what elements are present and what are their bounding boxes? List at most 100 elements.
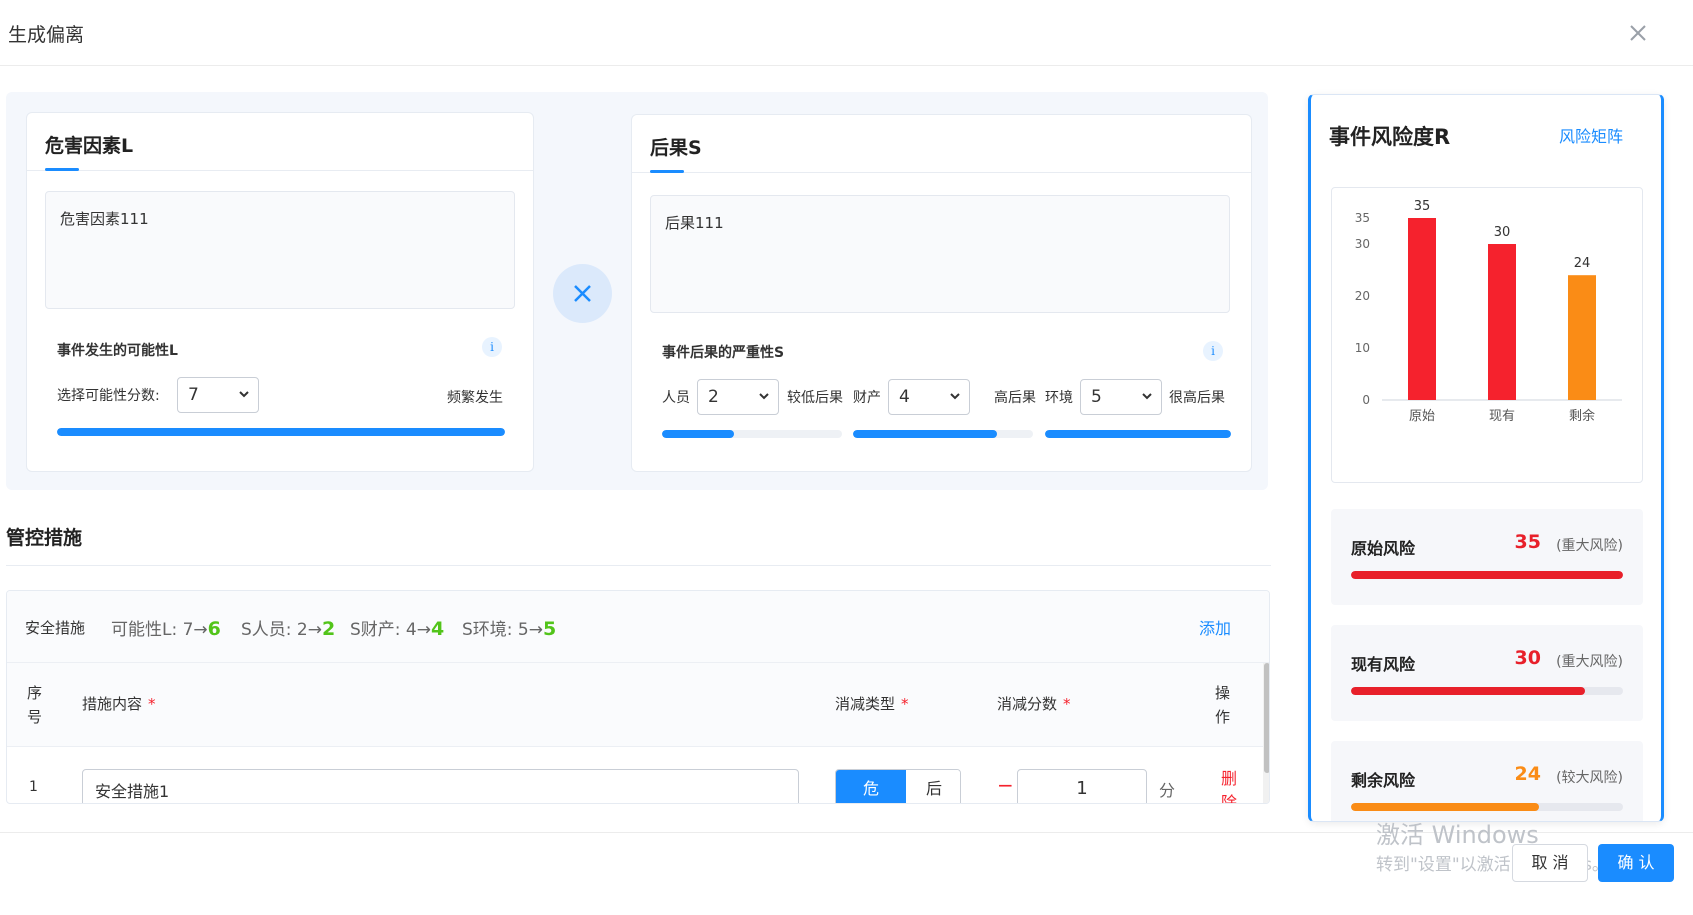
risk-item-value: 24 xyxy=(1514,763,1541,785)
type-hazard-option[interactable]: 危 xyxy=(836,770,906,803)
chevron-down-icon xyxy=(239,391,249,398)
controls-title: 管控措施 xyxy=(6,527,83,549)
scrollbar-thumb[interactable] xyxy=(1264,663,1269,773)
table-row: 1 安全措施1 危 后 − 1 分 删除 xyxy=(7,747,1269,803)
column-score: 消减分数 * xyxy=(997,695,1071,713)
y-tick-label: 30 xyxy=(1355,237,1370,251)
property-progress xyxy=(853,430,1033,438)
risk-item-label: 原始风险 xyxy=(1351,539,1416,558)
environment-descriptor: 很高后果 xyxy=(1169,390,1225,406)
table-header: 序号 措施内容 * 消减类型 * 消减分数 * 操作 xyxy=(7,663,1269,747)
risk-item-value: 35 xyxy=(1514,531,1541,553)
likelihood-label: 事件发生的可能性L xyxy=(57,343,178,359)
likelihood-progress xyxy=(57,428,505,436)
consequence-title: 后果S xyxy=(650,137,702,159)
divider xyxy=(6,565,1271,566)
environment-select[interactable]: 5 xyxy=(1080,379,1162,415)
dialog-header: 生成偏离 xyxy=(0,0,1693,66)
score-unit: 分 xyxy=(1159,781,1176,800)
hazard-text[interactable]: 危害因素111 xyxy=(45,191,515,309)
column-content: 措施内容 * xyxy=(82,695,156,713)
risk-matrix-link[interactable]: 风险矩阵 xyxy=(1559,123,1623,147)
y-tick-label: 10 xyxy=(1355,341,1370,355)
property-descriptor: 高后果 xyxy=(994,390,1036,406)
summary-environment: S环境: 5→5 xyxy=(462,618,557,640)
info-icon[interactable]: i xyxy=(1203,341,1223,361)
decrement-button[interactable]: − xyxy=(997,773,1014,797)
close-icon xyxy=(1630,25,1646,41)
reduction-score-input[interactable]: 1 xyxy=(1017,769,1147,803)
measure-content-input[interactable]: 安全措施1 xyxy=(82,769,799,803)
column-type: 消减类型 * xyxy=(835,695,909,713)
type-consequence-option[interactable]: 后 xyxy=(906,770,960,803)
personnel-select[interactable]: 2 xyxy=(697,379,779,415)
bar xyxy=(1488,244,1516,400)
risk-item-level: (较大风险) xyxy=(1556,770,1623,786)
risk-item-level: (重大风险) xyxy=(1556,654,1623,670)
cancel-button[interactable]: 取 消 xyxy=(1512,844,1588,882)
measures-panel: 安全措施 可能性L: 7→6 S人员: 2→2 S财产: 4→4 S环境: 5→… xyxy=(6,590,1270,804)
info-icon[interactable]: i xyxy=(482,337,502,357)
calculation-area: 危害因素L 危害因素111 事件发生的可能性L i 选择可能性分数: 7 频繁发… xyxy=(6,92,1268,490)
consequence-card-header: 后果S xyxy=(632,115,1251,173)
risk-item-progress xyxy=(1351,803,1623,811)
property-select-value: 4 xyxy=(899,387,910,407)
risk-chart: 0 10 20 30 35 35 原始 30 现有 24 剩余 xyxy=(1331,187,1643,483)
risk-item-progress xyxy=(1351,571,1623,579)
risk-title: 事件风险度R xyxy=(1329,125,1451,149)
hazard-title: 危害因素L xyxy=(45,135,134,157)
y-tick-label: 0 xyxy=(1362,393,1370,407)
likelihood-progress-fill xyxy=(57,428,505,436)
chevron-down-icon xyxy=(1142,393,1152,400)
personnel-progress xyxy=(662,430,842,438)
severity-group-label: 财产 xyxy=(853,390,881,406)
column-action: 操作 xyxy=(1215,684,1231,726)
consequence-text[interactable]: 后果111 xyxy=(650,195,1230,313)
x-tick-label: 剩余 xyxy=(1569,408,1595,424)
multiply-icon xyxy=(574,285,591,302)
risk-item-label: 现有风险 xyxy=(1351,655,1416,674)
measures-summary-bar: 安全措施 可能性L: 7→6 S人员: 2→2 S财产: 4→4 S环境: 5→… xyxy=(7,591,1269,663)
bar-data-label: 24 xyxy=(1574,256,1591,271)
chevron-down-icon xyxy=(950,393,960,400)
close-button[interactable] xyxy=(1623,18,1653,48)
bar-data-label: 35 xyxy=(1414,199,1431,214)
risk-item-progress-fill xyxy=(1351,803,1539,811)
risk-item-progress xyxy=(1351,687,1623,695)
bar xyxy=(1408,218,1436,400)
hazard-card: 危害因素L 危害因素111 事件发生的可能性L i 选择可能性分数: 7 频繁发… xyxy=(26,112,534,472)
chevron-down-icon xyxy=(759,393,769,400)
column-index: 序号 xyxy=(27,684,43,726)
environment-select-value: 5 xyxy=(1091,387,1102,407)
x-tick-label: 现有 xyxy=(1489,409,1515,424)
personnel-progress-fill xyxy=(662,430,734,438)
residual-risk-item: 剩余风险 24 (较大风险) xyxy=(1331,741,1643,821)
delete-row-button[interactable]: 删除 xyxy=(1221,767,1239,803)
title-underline xyxy=(650,170,684,173)
property-progress-fill xyxy=(853,430,997,438)
likelihood-descriptor: 频繁发生 xyxy=(447,390,503,406)
x-tick-label: 原始 xyxy=(1409,409,1435,424)
risk-item-value: 30 xyxy=(1514,647,1541,669)
row-index: 1 xyxy=(29,779,38,795)
severity-group-label: 环境 xyxy=(1045,390,1073,406)
dialog-title: 生成偏离 xyxy=(8,24,85,46)
hazard-card-header: 危害因素L xyxy=(27,113,533,171)
risk-item-progress-fill xyxy=(1351,687,1585,695)
risk-panel: 事件风险度R 风险矩阵 0 10 20 30 35 35 原始 30 现有 24 剩余 原始风险 3… xyxy=(1308,94,1664,822)
summary-personnel: S人员: 2→2 xyxy=(241,618,336,640)
likelihood-select-value: 7 xyxy=(188,385,199,405)
reduction-type-toggle: 危 后 xyxy=(835,769,961,803)
y-tick-label: 20 xyxy=(1355,289,1370,303)
table-scrollbar[interactable] xyxy=(1263,663,1269,803)
property-select[interactable]: 4 xyxy=(888,379,970,415)
risk-item-progress-fill xyxy=(1351,571,1623,579)
summary-property: S财产: 4→4 xyxy=(350,618,445,640)
risk-item-label: 剩余风险 xyxy=(1351,771,1416,790)
environment-progress xyxy=(1045,430,1231,438)
likelihood-select[interactable]: 7 xyxy=(177,377,259,413)
add-measure-button[interactable]: 添加 xyxy=(1199,615,1231,639)
summary-likelihood: 可能性L: 7→6 xyxy=(111,618,221,640)
confirm-button[interactable]: 确 认 xyxy=(1598,844,1674,882)
original-risk-item: 原始风险 35 (重大风险) xyxy=(1331,509,1643,605)
